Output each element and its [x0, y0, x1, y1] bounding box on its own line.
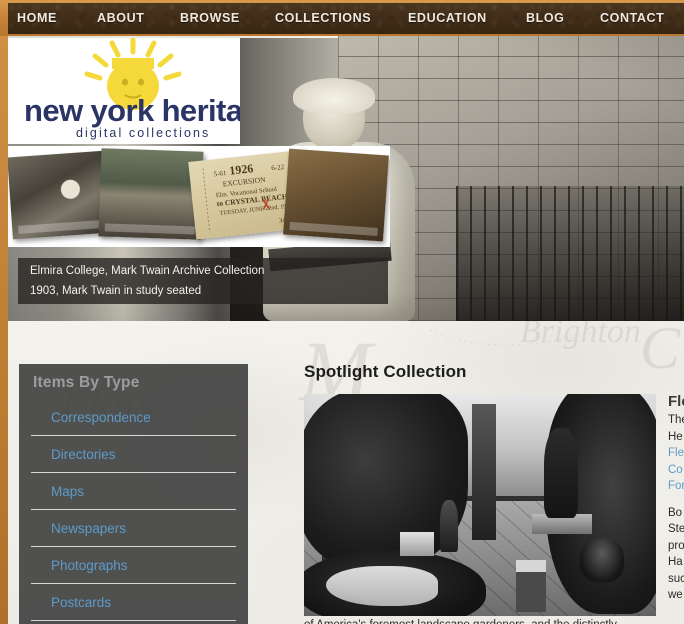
nav-item-home[interactable]: HOME — [17, 3, 57, 34]
sidebar-item-newspapers[interactable]: Newspapers — [19, 510, 248, 547]
sidebar-item-postcards[interactable]: Postcards — [19, 584, 248, 621]
sidebar-link-postcards[interactable]: Postcards — [51, 595, 111, 610]
sidebar-item-directories[interactable]: Directories — [19, 436, 248, 473]
sidebar-link-maps[interactable]: Maps — [51, 484, 84, 499]
featured-collection-body-line-5: suc — [668, 572, 684, 585]
sidebar-link-correspondence[interactable]: Correspondence — [51, 410, 151, 425]
sidebar-link-directories[interactable]: Directories — [51, 447, 116, 462]
sidebar-link-photographs[interactable]: Photographs — [51, 558, 128, 573]
spotlight-collection-heading: Spotlight Collection — [304, 362, 467, 381]
featured-collection-body-line-2: Ste — [668, 523, 684, 535]
items-by-type-panel: Items By Type Correspondence Directories… — [19, 364, 248, 624]
sidebar-item-maps[interactable]: Maps — [19, 473, 248, 510]
sidebar-item-correspondence[interactable]: Correspondence — [19, 399, 248, 436]
sidebar-link-newspapers[interactable]: Newspapers — [51, 521, 126, 536]
sidebar-title: Items By Type — [33, 374, 140, 391]
nav-item-blog[interactable]: BLOG — [526, 3, 565, 34]
collage-photo-surveyors — [283, 148, 389, 242]
site-logo[interactable]: new york heritage digital collections — [8, 38, 240, 144]
hero-caption-collection: Elmira College, Mark Twain Archive Colle… — [30, 265, 265, 277]
svg-text:EXCURSION: EXCURSION — [222, 175, 266, 188]
nav-item-about[interactable]: ABOUT — [97, 3, 144, 34]
spotlight-collection-image[interactable] — [304, 394, 656, 616]
nav-item-education[interactable]: EDUCATION — [408, 3, 487, 34]
sidebar-item-photographs[interactable]: Photographs — [19, 547, 248, 584]
svg-text:6-22: 6-22 — [271, 163, 285, 172]
svg-text:new york heritage: new york heritage — [24, 93, 240, 128]
svg-text:digital collections: digital collections — [76, 126, 210, 140]
featured-collection-link-2[interactable]: Co — [668, 462, 684, 479]
featured-collection-body-line-3: pro — [668, 539, 684, 552]
featured-collection-column: Fle The He Fle Co For Bo Ste pro Ha suc … — [668, 392, 684, 604]
nav-item-collections[interactable]: COLLECTIONS — [275, 3, 371, 34]
featured-collection-body-line-6: we — [668, 589, 683, 601]
featured-collection-link-1[interactable]: Fle — [668, 445, 684, 462]
spotlight-collection-body: of America's foremost landscape gardener… — [304, 618, 684, 624]
collage-photo-laboratory — [8, 150, 111, 240]
featured-collection-spacer — [668, 495, 684, 505]
featured-collection-link-3[interactable]: For — [668, 478, 684, 495]
nav-item-contact[interactable]: CONTACT — [600, 3, 664, 34]
svg-text:1926: 1926 — [229, 161, 254, 177]
hero-caption-item: 1903, Mark Twain in study seated — [30, 285, 202, 297]
hero-photo-collage: 1926 5-61 6-22 EXCURSION Elm. Vocational… — [8, 146, 390, 247]
hero-caption: Elmira College, Mark Twain Archive Colle… — [18, 258, 388, 304]
left-accent-rail — [0, 36, 8, 624]
featured-collection-paragraph-line-2: He — [668, 430, 683, 443]
logo-artwork: new york heritage digital collections — [24, 38, 240, 140]
page-root: M Flats Brighton C HOME ABOUT BROWSE COL… — [0, 0, 684, 624]
svg-text:5-61: 5-61 — [213, 169, 227, 178]
featured-collection-body-line-1: Bo — [668, 506, 683, 519]
top-navigation-bar: HOME ABOUT BROWSE COLLECTIONS EDUCATION … — [0, 0, 684, 36]
primary-nav: HOME ABOUT BROWSE COLLECTIONS EDUCATION … — [8, 3, 684, 34]
sidebar-list: Correspondence Directories Maps Newspape… — [19, 399, 248, 621]
nav-item-browse[interactable]: BROWSE — [180, 3, 240, 34]
featured-collection-title: Fle — [668, 393, 684, 410]
featured-collection-body-line-4: Ha — [668, 556, 683, 568]
featured-collection-paragraph-line-1: The — [668, 414, 684, 426]
